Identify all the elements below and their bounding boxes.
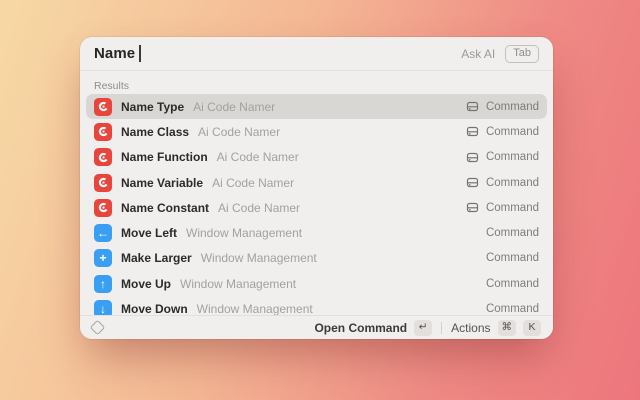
- drive-icon: [466, 100, 479, 113]
- desktop-background: Name Ask AI Tab Results Name Type Ai Code…: [0, 0, 640, 400]
- footer-divider: [441, 321, 443, 334]
- row-subtitle: Ai Code Namer: [216, 150, 299, 165]
- k-keycap: K: [523, 319, 541, 336]
- result-row[interactable]: Name Variable Ai Code Namer Command: [86, 170, 547, 195]
- raycast-launcher-window: Name Ask AI Tab Results Name Type Ai Code…: [80, 37, 553, 339]
- row-subtitle: Window Management: [186, 226, 303, 241]
- result-row[interactable]: Name Type Ai Code Namer Command: [86, 94, 547, 120]
- row-title: Name Variable: [121, 175, 204, 190]
- row-subtitle: Window Management: [200, 251, 317, 266]
- result-row[interactable]: Name Class Ai Code Namer Command: [86, 119, 547, 144]
- ai-code-namer-icon: [94, 198, 112, 217]
- row-subtitle: Window Management: [180, 276, 297, 291]
- ask-ai-label[interactable]: Ask AI: [461, 47, 495, 61]
- actions-label[interactable]: Actions: [451, 321, 490, 335]
- row-type-label: Command: [485, 227, 539, 240]
- ai-code-namer-icon: [94, 97, 112, 116]
- row-title: Move Down: [121, 302, 188, 317]
- footer-actions: Open Command ↵ Actions ⌘ K: [314, 319, 541, 336]
- drive-icon: [466, 176, 479, 189]
- row-title: Name Type: [121, 99, 185, 114]
- row-subtitle: Ai Code Namer: [198, 124, 281, 139]
- tab-keycap: Tab: [505, 44, 539, 63]
- plus-icon: +: [94, 249, 112, 268]
- row-title: Move Up: [121, 276, 172, 291]
- footer-bar: Open Command ↵ Actions ⌘ K: [80, 315, 553, 339]
- row-type-label: Command: [485, 277, 539, 290]
- search-input-value[interactable]: Name: [94, 45, 135, 62]
- ai-code-namer-icon: [94, 122, 112, 141]
- row-title: Name Function: [121, 150, 208, 165]
- row-type-label: Command: [485, 151, 539, 164]
- result-row[interactable]: Name Function Ai Code Namer Command: [86, 145, 547, 170]
- row-title: Name Constant: [121, 200, 210, 215]
- row-type-label: Command: [485, 125, 539, 138]
- result-row[interactable]: ← Move Left Window Management Command: [86, 220, 547, 245]
- arrow-up-icon: ↑: [94, 274, 112, 293]
- arrow-left-icon: ←: [94, 224, 112, 243]
- drive-icon: [466, 125, 479, 138]
- row-type-label: Command: [485, 303, 539, 316]
- raycast-logo-icon: [89, 319, 106, 336]
- row-title: Make Larger: [121, 251, 192, 266]
- text-cursor: [139, 45, 141, 62]
- drive-icon: [466, 151, 479, 164]
- row-title: Name Class: [121, 124, 190, 139]
- result-row[interactable]: Name Constant Ai Code Namer Command: [86, 195, 547, 220]
- ai-code-namer-icon: [94, 148, 112, 167]
- result-row[interactable]: + Make Larger Window Management Command: [86, 246, 547, 271]
- row-title: Move Left: [121, 226, 178, 241]
- row-subtitle: Ai Code Namer: [212, 175, 295, 190]
- row-subtitle: Ai Code Namer: [193, 99, 276, 114]
- open-command-label[interactable]: Open Command: [314, 321, 407, 335]
- enter-keycap: ↵: [414, 319, 433, 336]
- row-type-label: Command: [485, 252, 539, 265]
- cmd-keycap: ⌘: [497, 319, 516, 336]
- ai-code-namer-icon: [94, 173, 112, 192]
- row-subtitle: Window Management: [196, 302, 313, 317]
- row-type-label: Command: [485, 100, 539, 113]
- row-type-label: Command: [485, 176, 539, 189]
- row-type-label: Command: [485, 201, 539, 214]
- result-row[interactable]: ↑ Move Up Window Management Command: [86, 271, 547, 296]
- results-list: Name Type Ai Code Namer Command Name Class A…: [86, 94, 547, 339]
- drive-icon: [466, 201, 479, 214]
- search-bar[interactable]: Name Ask AI Tab: [80, 37, 553, 71]
- row-subtitle: Ai Code Namer: [218, 200, 301, 215]
